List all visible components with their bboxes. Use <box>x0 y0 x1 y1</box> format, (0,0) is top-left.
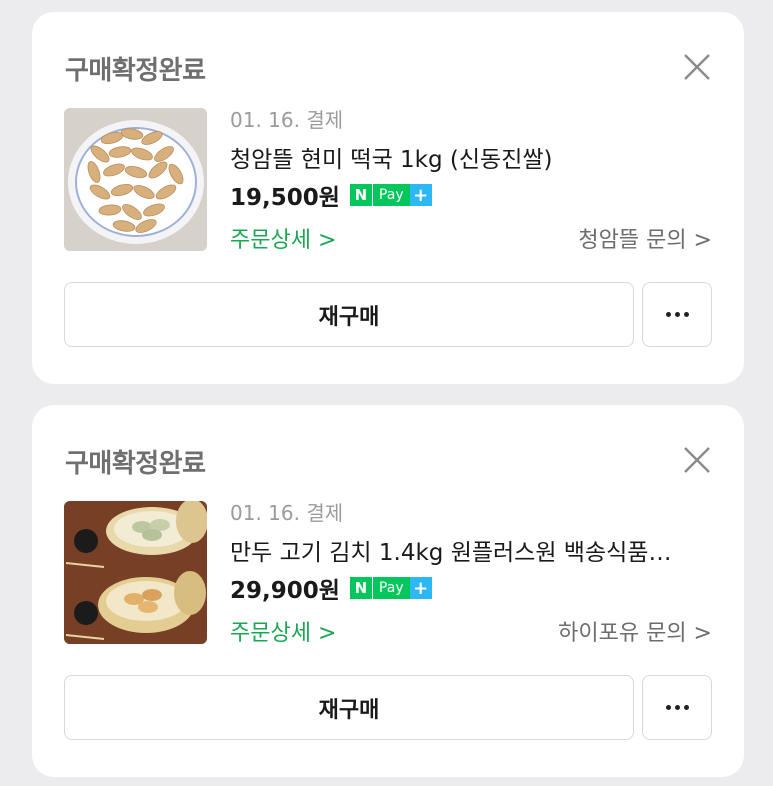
more-options-button[interactable] <box>642 282 712 347</box>
more-options-button[interactable] <box>642 675 712 740</box>
npay-label: Pay <box>372 184 410 206</box>
npay-plus-badge: N Pay + <box>349 575 432 601</box>
rebuy-button[interactable]: 재구매 <box>64 282 634 347</box>
order-detail-link[interactable]: 주문상세 > <box>230 222 336 254</box>
npay-n-icon: N <box>349 184 372 206</box>
payment-date: 01. 16. 결제 <box>230 501 344 525</box>
product-thumbnail[interactable] <box>64 108 207 251</box>
order-card: 구매확정완료 01. 16. 결제 청암뜰 현미 떡국 1kg (신동진쌀) 1… <box>32 12 744 384</box>
rice-cake-photo-icon <box>64 108 207 251</box>
seller-inquiry-link[interactable]: 청암뜰 문의 > <box>578 222 712 254</box>
product-title[interactable]: 만두 고기 김치 1.4kg 원플러스원 백송식품… <box>230 533 720 567</box>
order-card: 구매확정완료 01. 16. 결제 만두 고기 김치 1.4kg 원플러스원 백… <box>32 405 744 777</box>
close-icon[interactable] <box>682 445 712 475</box>
rebuy-button[interactable]: 재구매 <box>64 675 634 740</box>
price-row: 29,900원 N Pay + <box>230 573 432 604</box>
product-title[interactable]: 청암뜰 현미 떡국 1kg (신동진쌀) <box>230 140 720 174</box>
close-icon[interactable] <box>682 52 712 82</box>
product-price: 19,500원 <box>230 185 340 211</box>
more-dots-icon <box>665 705 689 710</box>
dumpling-photo-icon <box>64 501 207 644</box>
product-thumbnail[interactable] <box>64 501 207 644</box>
npay-plus-badge: N Pay + <box>349 182 432 208</box>
plus-icon: + <box>409 577 432 599</box>
seller-inquiry-link[interactable]: 하이포유 문의 > <box>558 615 712 647</box>
order-status: 구매확정완료 <box>65 449 206 479</box>
npay-label: Pay <box>372 577 410 599</box>
payment-date: 01. 16. 결제 <box>230 108 344 132</box>
more-dots-icon <box>665 312 689 317</box>
price-row: 19,500원 N Pay + <box>230 180 432 211</box>
npay-n-icon: N <box>349 577 372 599</box>
plus-icon: + <box>409 184 432 206</box>
order-status: 구매확정완료 <box>65 56 206 86</box>
order-detail-link[interactable]: 주문상세 > <box>230 615 336 647</box>
product-price: 29,900원 <box>230 578 340 604</box>
